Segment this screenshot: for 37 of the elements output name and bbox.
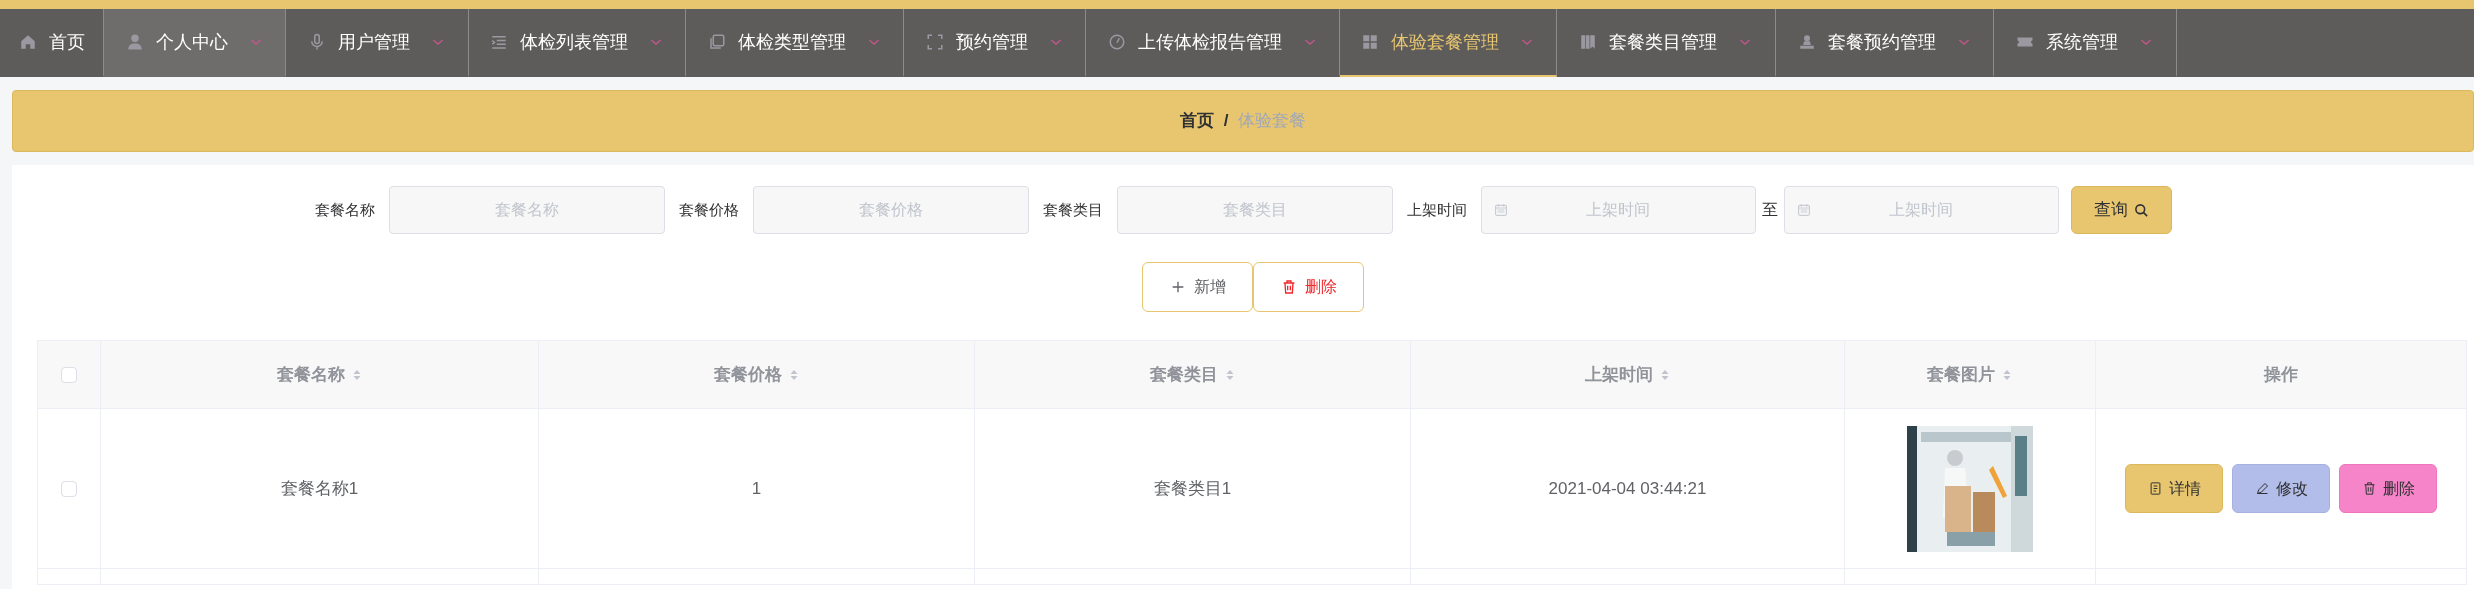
checkbox[interactable]: [61, 480, 77, 497]
search-button[interactable]: 查询: [2070, 186, 2172, 234]
field-label: 上架时间: [1406, 199, 1467, 220]
calendar-icon: [1492, 202, 1509, 218]
book-icon: [1579, 33, 1597, 51]
table-cell-text: 2021-04-04 03:44:21: [1548, 477, 1707, 500]
gauge-icon: [1107, 33, 1126, 51]
breadcrumb-link[interactable]: 首页: [1179, 108, 1214, 134]
delete-button[interactable]: 删除: [2339, 464, 2437, 513]
checkbox[interactable]: [61, 366, 77, 383]
nav-tab[interactable]: 个人中心: [104, 9, 286, 77]
table-cell-text: 套餐类目1: [1153, 477, 1232, 500]
range-separator: 至: [1761, 200, 1778, 220]
person-icon: [125, 33, 144, 51]
home-icon: [18, 33, 37, 51]
field-label: 套餐类目: [1042, 199, 1103, 220]
table-cell-text: 套餐名称1: [280, 477, 359, 500]
breadcrumb-separator: /: [1223, 110, 1229, 133]
copy-icon: [707, 33, 726, 51]
grid-icon: [1361, 33, 1379, 51]
add-button[interactable]: 新增: [1142, 262, 1253, 312]
document-icon: [2147, 481, 2163, 496]
search-icon: [2133, 202, 2149, 218]
table-cell-text: 1: [751, 477, 762, 500]
field-label: 套餐名称: [314, 199, 375, 220]
detail-button[interactable]: 详情: [2125, 464, 2223, 513]
list-icon: [490, 33, 508, 51]
nav-tab[interactable]: 体验套餐管理: [1340, 9, 1557, 77]
calendar-icon: [1795, 202, 1812, 218]
field-label: 套餐价格: [678, 199, 739, 220]
stamp-icon: [1797, 33, 1816, 51]
pencil-icon: [2254, 481, 2270, 496]
column-header: 操作: [2264, 363, 2298, 386]
delete-button[interactable]: 删除: [1253, 262, 1364, 312]
frame-corners-icon: [925, 33, 944, 51]
edit-button[interactable]: 修改: [2232, 464, 2330, 513]
microphone-icon: [308, 33, 326, 51]
